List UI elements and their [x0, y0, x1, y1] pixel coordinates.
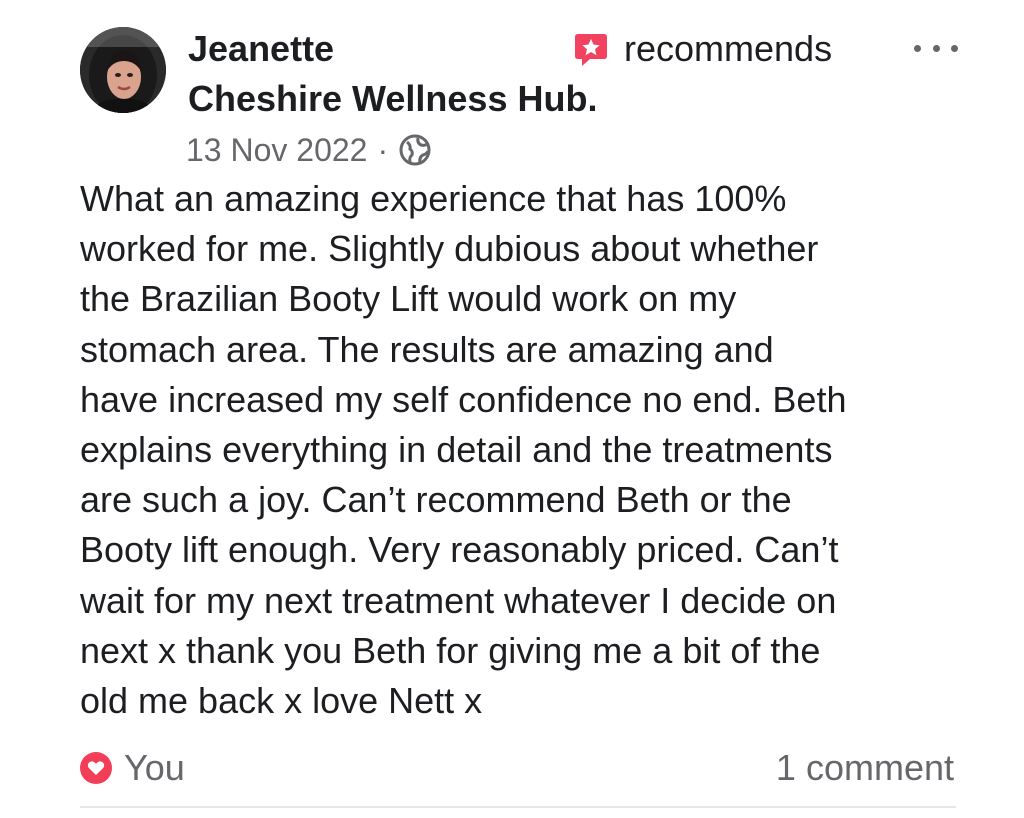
dot [951, 44, 958, 52]
reaction-names: You [124, 747, 185, 788]
post-text-line: are such a joy. Can’t recommend Beth or … [80, 479, 792, 521]
post-text-line: the Brazilian Booty Lift would work on m… [80, 278, 737, 320]
heart-icon [80, 752, 112, 784]
post-text-line: worked for me. Slightly dubious about wh… [80, 228, 819, 270]
post-text-line: old me back x love Nett x [80, 680, 483, 722]
post-text-line: next x thank you Beth for giving me a bi… [80, 629, 821, 671]
globe-icon[interactable] [398, 133, 432, 167]
post-text-line: What an amazing experience that has 100% [80, 178, 787, 219]
dot [914, 44, 921, 52]
author-avatar[interactable] [80, 27, 166, 113]
post-text-line: stomach area. The results are amazing an… [80, 328, 774, 370]
post-text: What an amazing experience that has 100%… [80, 174, 970, 726]
meta-separator: · [377, 131, 389, 168]
recommendation-post: Jeanette recommends Cheshire Wellness Hu… [0, 0, 1024, 818]
post-text-line: explains everything in detail and the tr… [80, 429, 833, 471]
post-text-line: wait for my next treatment whatever I de… [80, 579, 837, 621]
dot [932, 44, 940, 52]
author-name[interactable]: Jeanette [188, 27, 334, 71]
reactions-summary[interactable]: You [80, 746, 185, 790]
post-text-line: have increased my self confidence no end… [80, 378, 847, 420]
divider [80, 806, 956, 808]
action-text: recommends [624, 28, 833, 69]
post-text-line: Booty lift enough. Very reasonably price… [80, 529, 839, 571]
page-name[interactable]: Cheshire Wellness Hub. [188, 77, 597, 121]
avatar-photo [80, 27, 166, 113]
comments-count[interactable]: 1 comment [776, 746, 954, 790]
recommends-label: recommends [572, 27, 832, 71]
post-date[interactable]: 13 Nov 2022 [186, 132, 367, 169]
more-dots-icon[interactable] [914, 35, 958, 61]
star-flag-icon [572, 30, 610, 68]
post-meta: 13 Nov 2022 · [186, 128, 432, 172]
